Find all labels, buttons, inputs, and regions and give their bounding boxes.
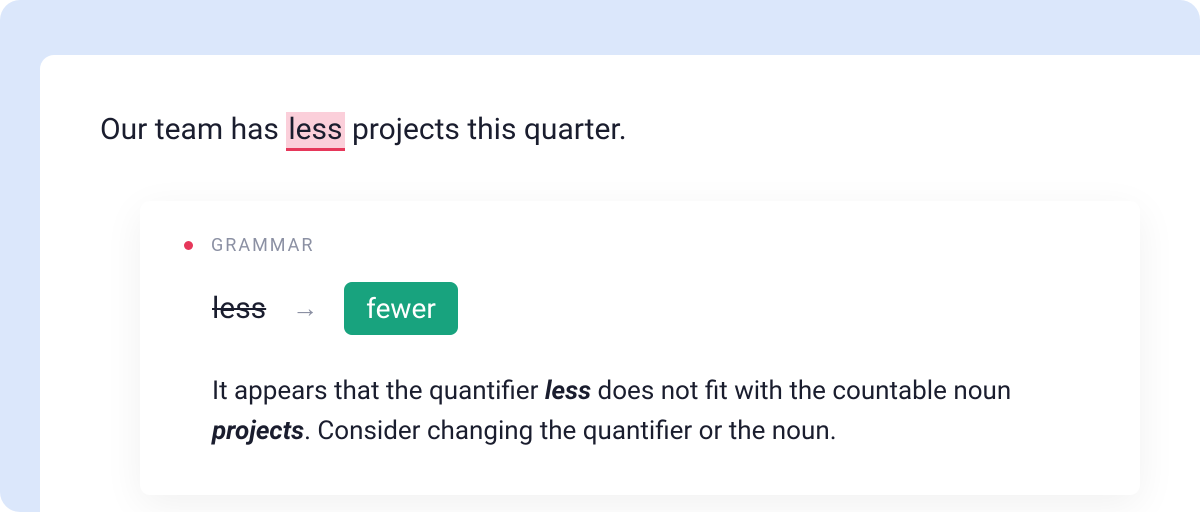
replacement-row: less → fewer xyxy=(212,282,1096,335)
sentence-post: projects this quarter. xyxy=(345,112,627,147)
original-word: less xyxy=(212,291,266,326)
arrow-right-icon: → xyxy=(292,293,318,324)
explain-word-2: projects xyxy=(212,416,304,446)
editor-card: Our team has less projects this quarter.… xyxy=(40,55,1200,512)
sentence-pre: Our team has xyxy=(100,112,286,147)
flagged-word[interactable]: less xyxy=(286,112,344,151)
editor-sentence[interactable]: Our team has less projects this quarter. xyxy=(100,110,1140,151)
explain-word-1: less xyxy=(545,376,591,406)
explanation-text: It appears that the quantifier less does… xyxy=(212,371,1096,452)
replacement-pill[interactable]: fewer xyxy=(344,282,458,335)
category-row: GRAMMAR xyxy=(184,235,1096,256)
app-background: Our team has less projects this quarter.… xyxy=(0,0,1200,512)
category-dot-icon xyxy=(184,241,193,250)
suggestion-card[interactable]: GRAMMAR less → fewer It appears that the… xyxy=(140,201,1140,496)
category-label: GRAMMAR xyxy=(211,235,315,256)
